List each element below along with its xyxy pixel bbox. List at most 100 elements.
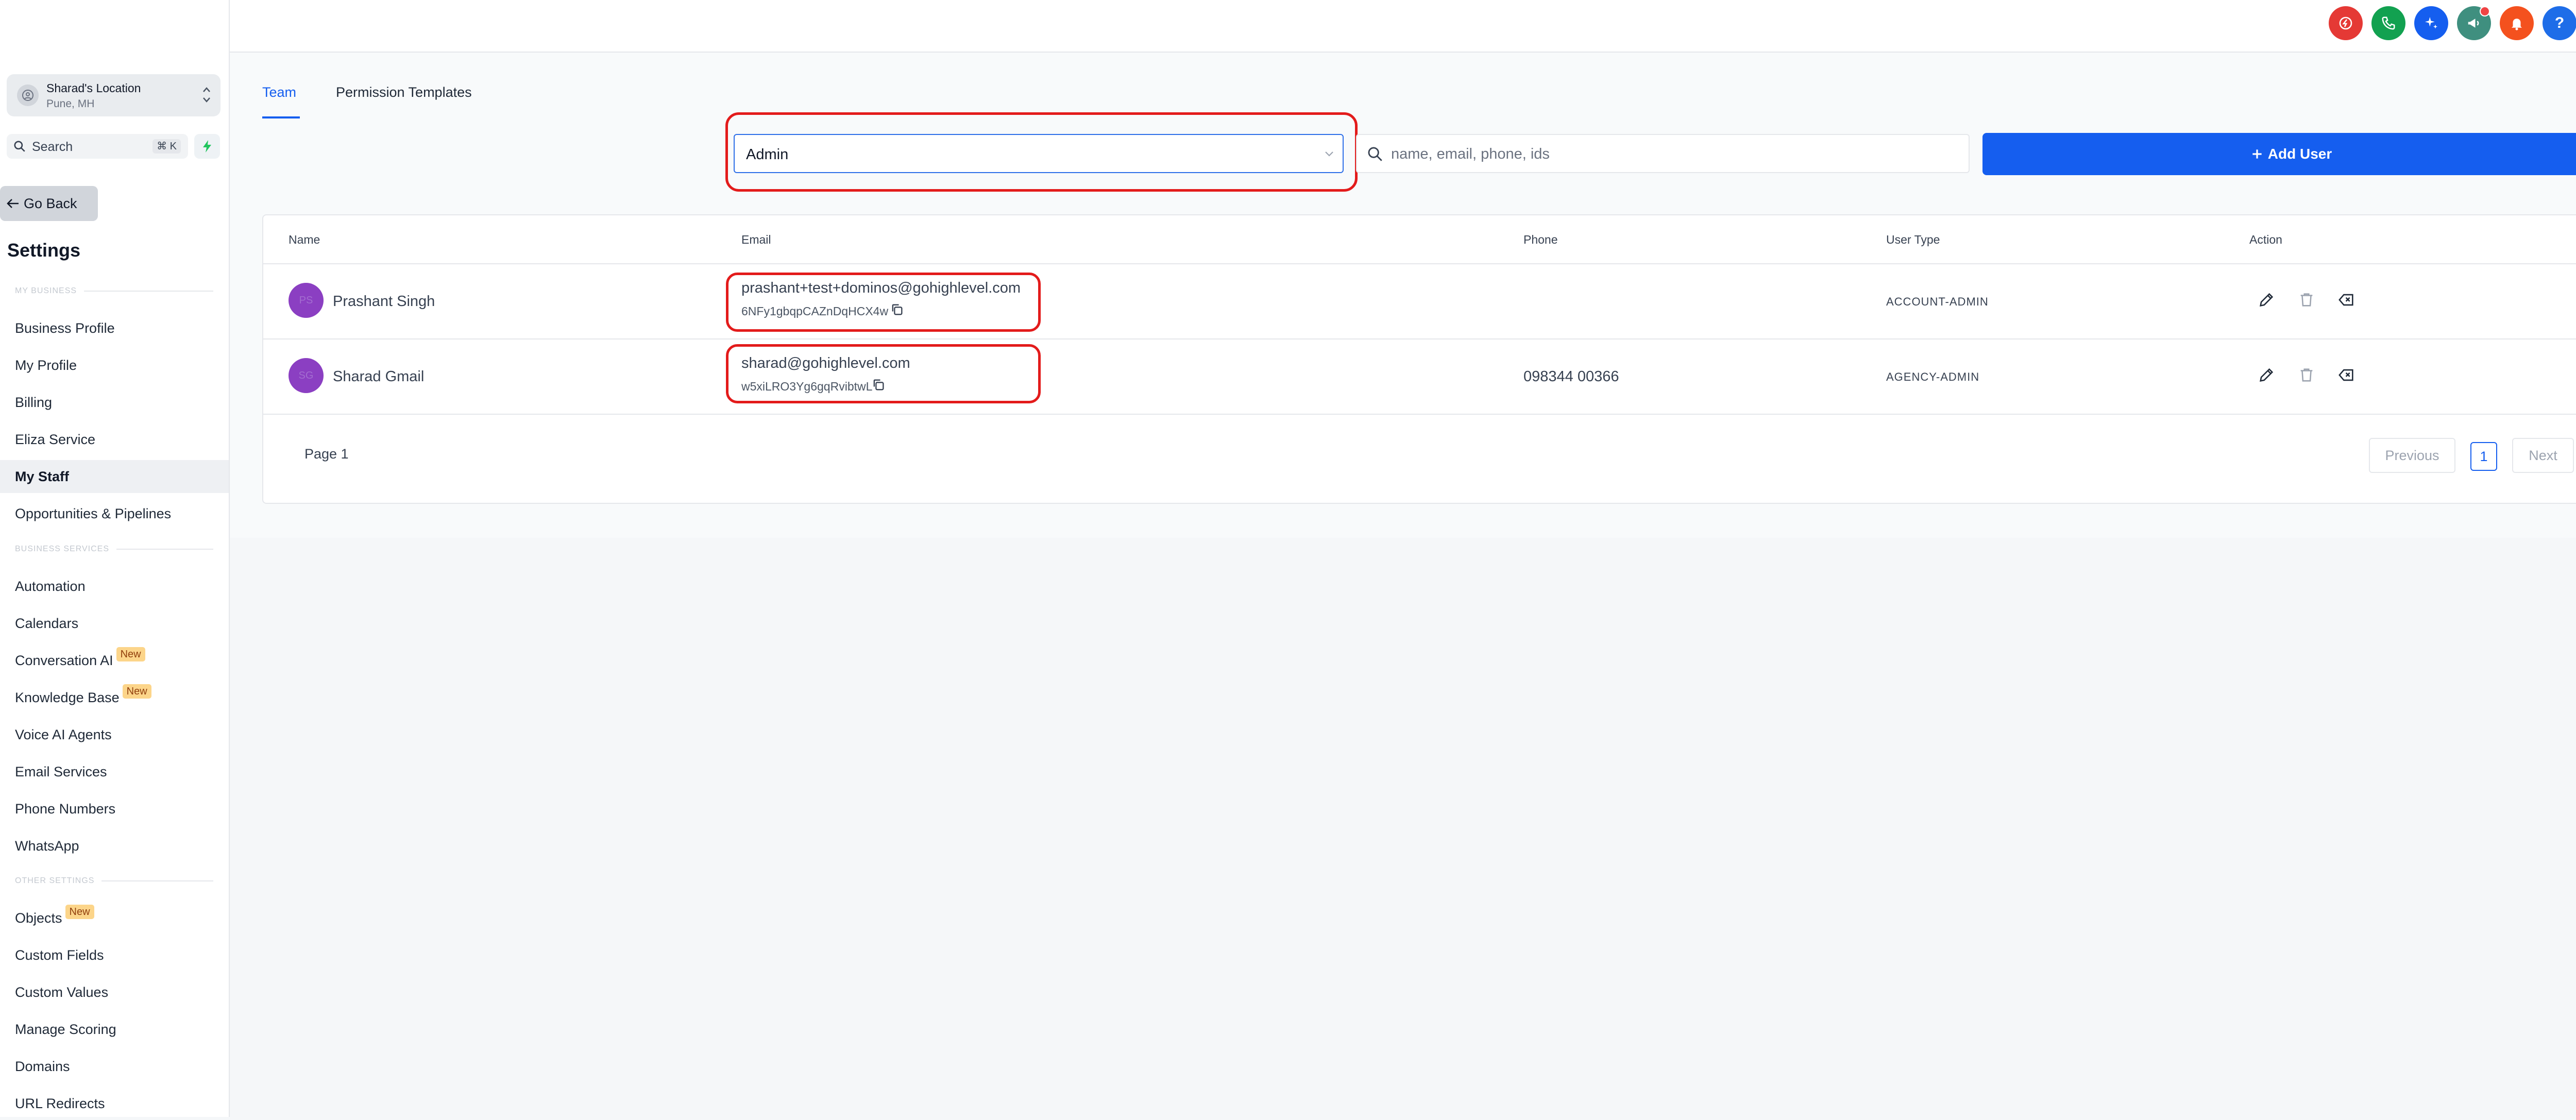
sidebar-item-phone-numbers[interactable]: Phone Numbers [0,792,229,825]
sidebar-item-label: Conversation AI [15,653,113,668]
sidebar-item-calendars[interactable]: Calendars [0,607,229,640]
arrow-left-icon [7,199,19,208]
location-switcher[interactable]: Sharad's Location Pune, MH [7,74,221,116]
column-header-action: Action [2249,233,2282,246]
notifications-button[interactable] [2500,6,2534,40]
role-filter-value: Admin [746,146,789,163]
search-icon [1366,145,1384,165]
section-label: MY BUSINESS [15,286,77,295]
next-page-button[interactable]: Next [2512,438,2574,473]
location-icon [17,84,39,106]
settings-title: Settings [7,240,81,261]
sidebar-item-knowledge-base[interactable]: Knowledge Base New [0,681,229,714]
sidebar-item-my-profile[interactable]: My Profile [0,349,229,382]
page-number-button[interactable]: 1 [2470,442,2497,471]
plus-icon [2252,149,2262,159]
sidebar-search[interactable]: Search ⌘ K [7,134,188,159]
sidebar-item-conversation-ai[interactable]: Conversation AI New [0,644,229,677]
table-row[interactable]: PS Prashant Singh prashant+test+dominos@… [263,264,2576,340]
remove-access-icon[interactable] [2338,291,2355,311]
location-subtitle: Pune, MH [46,98,95,110]
section-divider [116,549,213,550]
tab-team[interactable]: Team [262,84,296,100]
sidebar-item-billing[interactable]: Billing [0,386,229,419]
announcements-button[interactable] [2457,6,2491,40]
shortcut-badge: ⌘ K [152,139,181,154]
edit-icon[interactable] [2258,366,2275,386]
sidebar-item-custom-fields[interactable]: Custom Fields [0,939,229,972]
sidebar-item-email-services[interactable]: Email Services [0,755,229,788]
edit-icon[interactable] [2258,291,2275,311]
chevron-up-down-icon [202,83,211,109]
sidebar-item-my-staff[interactable]: My Staff [0,460,229,493]
column-header-name: Name [289,233,320,246]
sidebar-item-url-redirects[interactable]: URL Redirects [0,1087,229,1120]
user-name: Prashant Singh [333,293,435,310]
sidebar-item-manage-scoring[interactable]: Manage Scoring [0,1013,229,1046]
top-bar: ? SG [230,0,2576,53]
tab-permission-templates[interactable]: Permission Templates [336,84,472,100]
sidebar-search-label: Search [32,140,73,154]
location-name: Sharad's Location [46,81,141,95]
sidebar-item-business-profile[interactable]: Business Profile [0,312,229,345]
role-filter-select[interactable]: Admin [734,134,1344,173]
table-row[interactable]: SG Sharad Gmail sharad@gohighlevel.com w… [263,340,2576,415]
user-search-field[interactable] [1356,134,1970,173]
sidebar-item-domains[interactable]: Domains [0,1050,229,1083]
quick-action-button[interactable] [2329,6,2363,40]
bolt-icon [203,140,211,152]
sidebar-item-label: Objects [15,910,62,926]
user-search-input[interactable] [1390,140,1959,168]
column-header-user-type: User Type [1886,233,1940,246]
remove-access-icon[interactable] [2338,366,2355,386]
sidebar-item-voice-ai-agents[interactable]: Voice AI Agents [0,718,229,751]
section-label: BUSINESS SERVICES [15,545,109,553]
previous-page-button[interactable]: Previous [2369,438,2455,473]
user-type: ACCOUNT-ADMIN [1886,295,1989,308]
bell-icon [2512,19,2522,30]
sidebar-item-label: Knowledge Base [15,690,120,705]
section-divider [84,291,213,292]
sidebar-item-whatsapp[interactable]: WhatsApp [0,829,229,862]
active-tab-indicator [262,116,300,118]
quick-action-icon [2339,16,2352,30]
go-back-button[interactable]: Go Back [0,186,98,221]
sidebar-item-opportunities-pipelines[interactable]: Opportunities & Pipelines [0,497,229,530]
avatar: PS [289,283,324,318]
add-user-label: Add User [2267,146,2332,162]
highlight-annotation-email-2 [726,344,1041,403]
phone-icon [2382,16,2395,30]
section-label: OTHER SETTINGS [15,876,95,885]
user-type: AGENCY-ADMIN [1886,370,1980,383]
highlight-annotation-email-1 [726,273,1041,332]
delete-icon[interactable] [2298,291,2315,311]
ai-assistant-button[interactable] [2414,6,2448,40]
staff-table: Name Email Phone User Type Action PS Pra… [262,214,2576,504]
sidebar-item-objects[interactable]: Objects New [0,902,229,935]
new-badge: New [65,905,94,919]
section-header-my-business: MY BUSINESS [15,286,213,296]
column-header-email: Email [741,233,771,246]
ai-sparkle-icon [2425,17,2437,29]
avatar: SG [289,358,324,393]
sidebar: Sharad's Location Pune, MH Search ⌘ K Go… [0,0,230,1117]
sidebar-item-custom-values[interactable]: Custom Values [0,976,229,1009]
new-badge: New [122,684,151,699]
search-icon [13,140,26,156]
quick-actions-button[interactable] [194,134,220,159]
user-phone: 098344 00366 [1523,368,1619,385]
user-name: Sharad Gmail [333,368,425,385]
sidebar-item-eliza-service[interactable]: Eliza Service [0,423,229,456]
help-button[interactable]: ? [2543,6,2576,40]
column-header-phone: Phone [1523,233,1558,246]
page-indicator: Page 1 [304,446,349,462]
add-user-button[interactable]: Add User [1982,133,2576,175]
delete-icon[interactable] [2298,366,2315,386]
notification-dot [2480,6,2490,16]
section-header-other-settings: OTHER SETTINGS [15,876,213,886]
section-header-business-services: BUSINESS SERVICES [15,545,213,554]
sidebar-item-automation[interactable]: Automation [0,570,229,603]
phone-button[interactable] [2371,6,2405,40]
megaphone-icon [2468,19,2479,28]
main-content: Team Permission Templates Admin Add User… [230,53,2576,538]
